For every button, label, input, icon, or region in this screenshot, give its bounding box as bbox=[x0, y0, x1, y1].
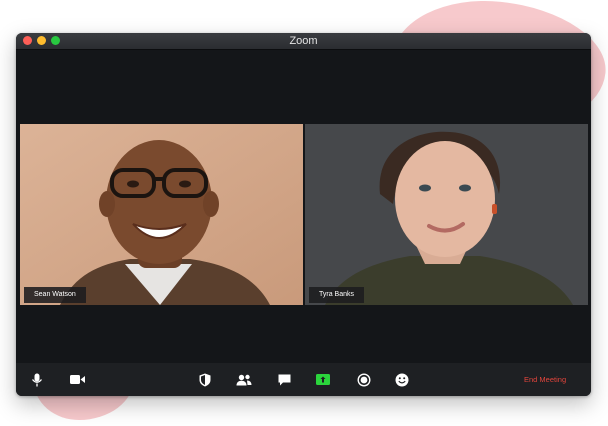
microphone-icon[interactable] bbox=[25, 363, 49, 396]
participant-video-tile[interactable]: Sean Watson bbox=[20, 124, 303, 305]
title-bar[interactable]: Zoom bbox=[16, 33, 591, 50]
chat-icon[interactable] bbox=[272, 363, 296, 396]
participant-video-tile[interactable]: Tyra Banks bbox=[305, 124, 588, 305]
end-meeting-button[interactable]: End Meeting bbox=[524, 374, 566, 386]
meeting-toolbar: End Meeting bbox=[16, 363, 591, 396]
participants-icon[interactable] bbox=[232, 363, 256, 396]
zoom-window: Zoom Sean Watson Tyra Banks End Meeting bbox=[16, 33, 591, 396]
participant-video-feed bbox=[305, 124, 588, 305]
reactions-icon[interactable] bbox=[390, 363, 414, 396]
security-shield-icon[interactable] bbox=[193, 363, 217, 396]
window-title: Zoom bbox=[289, 35, 318, 47]
participant-name-label: Tyra Banks bbox=[309, 287, 365, 303]
share-screen-icon[interactable] bbox=[311, 363, 335, 396]
record-icon[interactable] bbox=[352, 363, 376, 396]
participant-video-feed bbox=[20, 124, 303, 305]
participant-name-label: Sean Watson bbox=[24, 287, 86, 303]
video-camera-icon[interactable] bbox=[65, 363, 89, 396]
